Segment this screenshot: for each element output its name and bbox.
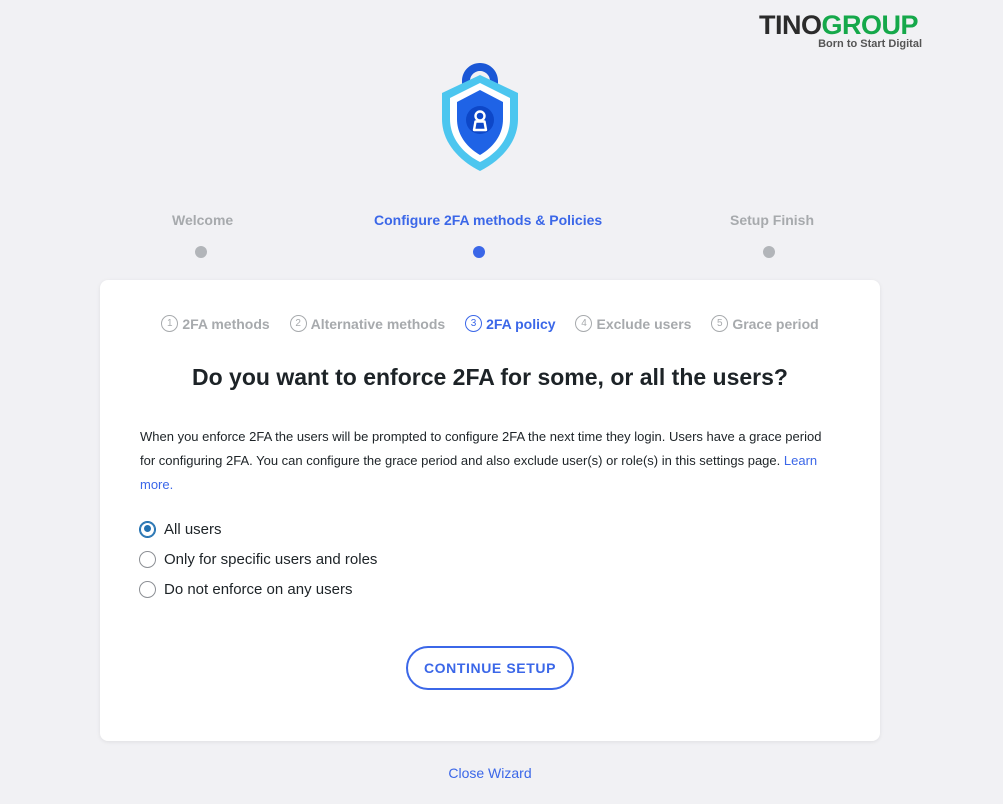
substep-2fa-methods: 1 2FA methods bbox=[161, 315, 270, 332]
wizard-stepper: Welcome Configure 2FA methods & Policies… bbox=[100, 212, 880, 262]
substep-2fa-policy: 3 2FA policy bbox=[465, 315, 556, 332]
radio-specific-users[interactable] bbox=[139, 550, 156, 568]
radio-no-enforce[interactable] bbox=[139, 580, 156, 598]
substep-exclude-users: 4 Exclude users bbox=[575, 315, 691, 332]
setup-wizard-page: TINOGROUP Born to Start Digital Welcome … bbox=[0, 0, 1003, 804]
brand-name: TINOGROUP bbox=[759, 10, 919, 40]
step-dot bbox=[763, 246, 775, 258]
wizard-step-welcome: Welcome bbox=[172, 212, 233, 258]
step-dot bbox=[195, 246, 207, 258]
page-title: Do you want to enforce 2FA for some, or … bbox=[192, 364, 788, 390]
shield-lock-icon bbox=[442, 63, 518, 171]
brand-tagline: Born to Start Digital bbox=[818, 38, 922, 50]
sub-stepper: 1 2FA methods 2 Alternative methods 3 2FA p… bbox=[100, 313, 880, 332]
policy-description: When you enforce 2FA the users will be p… bbox=[140, 429, 822, 492]
step-dot bbox=[473, 246, 485, 258]
continue-setup-button[interactable]: CONTINUE SETUP bbox=[406, 646, 574, 690]
policy-options: All users Only for specific users and ro… bbox=[139, 514, 377, 604]
option-all-users[interactable]: All users bbox=[139, 514, 377, 544]
wizard-card: 1 2FA methods 2 Alternative methods 3 2FA p… bbox=[100, 280, 880, 741]
substep-grace-period: 5 Grace period bbox=[711, 315, 819, 332]
brand-logo: TINOGROUP Born to Start Digital bbox=[759, 8, 929, 54]
close-wizard-link[interactable]: Close Wizard bbox=[0, 765, 980, 781]
wizard-step-configure: Configure 2FA methods & Policies bbox=[374, 212, 602, 258]
substep-alternative-methods: 2 Alternative methods bbox=[289, 315, 445, 332]
radio-all-users[interactable] bbox=[139, 520, 156, 538]
option-no-enforce[interactable]: Do not enforce on any users bbox=[139, 574, 377, 604]
option-specific-users[interactable]: Only for specific users and roles bbox=[139, 544, 377, 574]
wizard-step-finish: Setup Finish bbox=[730, 212, 814, 258]
